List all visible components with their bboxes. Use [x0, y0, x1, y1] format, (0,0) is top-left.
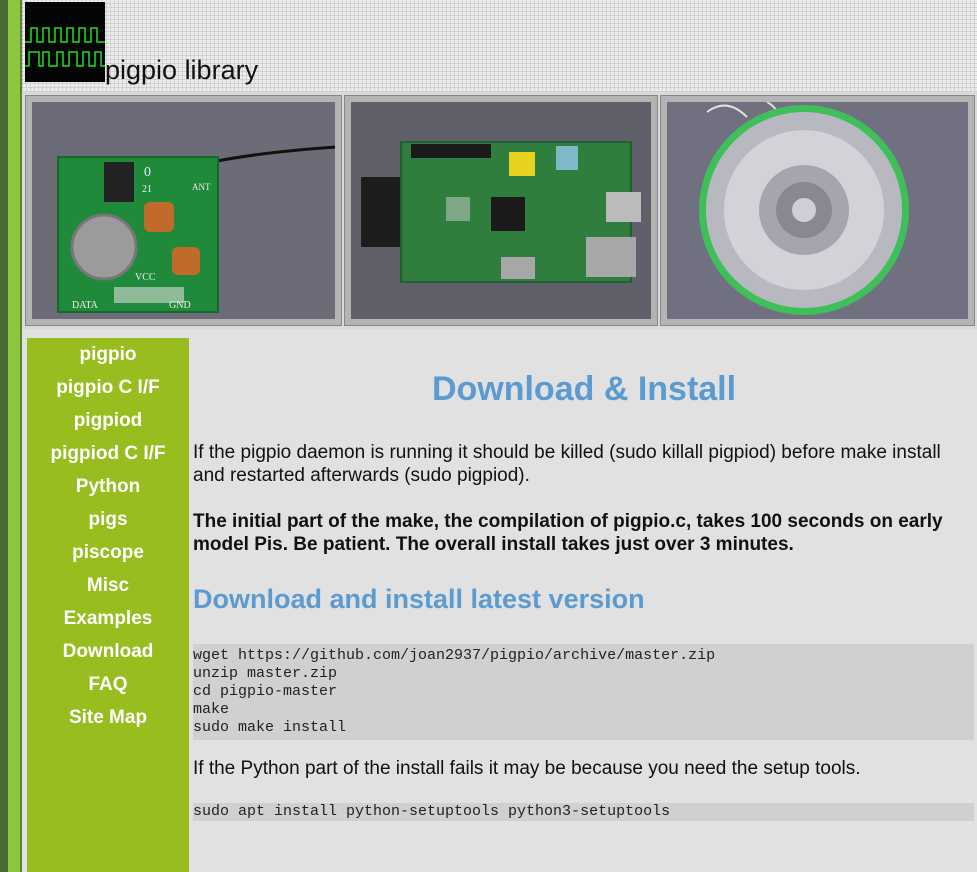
photo-raspberry-pi [344, 95, 658, 326]
code-line: wget https://github.com/joan2937/pigpio/… [193, 647, 716, 664]
waveform-icon [25, 27, 105, 67]
board-label-data: DATA [72, 300, 99, 311]
nav-link-python[interactable]: Python [76, 476, 140, 497]
sidebar-nav: pigpio pigpio C I/F pigpiod pigpiod C I/… [27, 338, 189, 872]
page-title: Download & Install [431, 370, 737, 408]
photo-rf-module: DATA GND VCC ANT 0 21 [25, 95, 342, 326]
board-label-ant: ANT [192, 182, 211, 192]
rf-module-image: DATA GND VCC ANT 0 21 [32, 102, 335, 319]
code-line: sudo make install [193, 719, 347, 736]
nav-link-pigpiod[interactable]: pigpiod [74, 410, 143, 431]
photo-speaker [660, 95, 975, 326]
compile-time-note: The initial part of the make, the compil… [193, 511, 943, 555]
board-label-21: 21 [142, 184, 152, 195]
left-stripe-green [8, 0, 20, 872]
raspberry-pi-image [351, 102, 651, 319]
nav-link-download[interactable]: Download [63, 641, 154, 662]
setuptools-code-block[interactable]: sudo apt install python-setuptools pytho… [193, 803, 974, 821]
nav-link-misc[interactable]: Misc [87, 575, 129, 596]
nav-link-piscope[interactable]: piscope [72, 542, 144, 563]
board-label-vcc: VCC [135, 272, 156, 283]
board-label-gnd: GND [169, 300, 191, 311]
nav-link-site-map[interactable]: Site Map [69, 707, 147, 728]
code-line: sudo apt install python-setuptools pytho… [193, 803, 671, 820]
speaker-image [667, 102, 968, 319]
nav-link-faq[interactable]: FAQ [88, 674, 127, 695]
code-line: make [193, 701, 230, 718]
setuptools-paragraph: If the Python part of the install fails … [193, 758, 861, 779]
site-title: pigpio library [105, 55, 259, 85]
pigpio-logo [25, 2, 105, 82]
code-line: unzip master.zip [193, 665, 338, 682]
section-heading-install: Download and install latest version [193, 584, 645, 614]
code-line: cd pigpio-master [193, 683, 338, 700]
intro-paragraph: If the pigpio daemon is running it shoul… [193, 442, 941, 486]
nav-link-pigs[interactable]: pigs [88, 509, 127, 530]
board-label-0: 0 [144, 165, 151, 180]
left-stripe-dark [0, 0, 8, 872]
nav-link-pigpiod-c-if[interactable]: pigpiod C I/F [50, 443, 165, 464]
photo-banner: DATA GND VCC ANT 0 21 [22, 92, 977, 329]
install-code-block[interactable]: wget https://github.com/joan2937/pigpio/… [193, 644, 974, 740]
nav-link-pigpio[interactable]: pigpio [80, 344, 137, 365]
nav-link-pigpio-c-if[interactable]: pigpio C I/F [56, 377, 159, 398]
header: pigpio library [22, 0, 977, 92]
nav-link-examples[interactable]: Examples [64, 608, 153, 629]
